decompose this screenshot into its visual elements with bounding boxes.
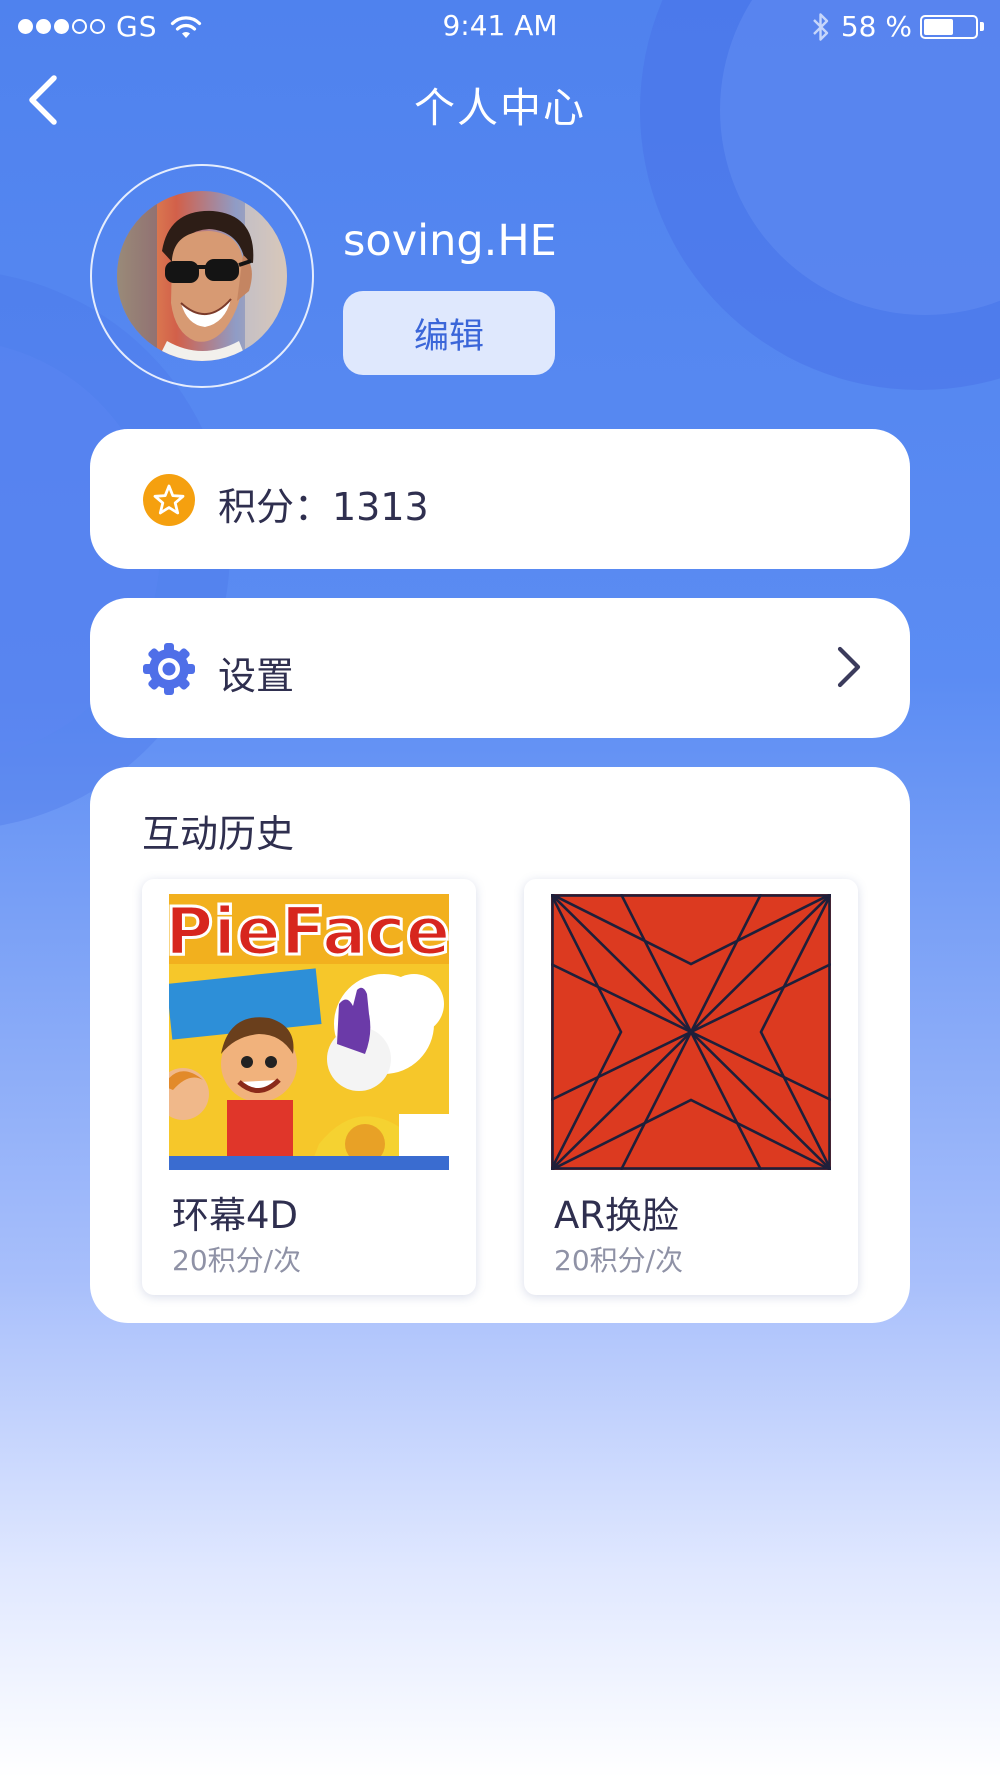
history-item-name: 环幕4D <box>172 1194 299 1237</box>
star-icon <box>143 474 195 526</box>
avatar-photo <box>117 191 287 361</box>
history-title: 互动历史 <box>142 812 295 856</box>
avatar[interactable] <box>117 191 287 361</box>
points-label: 积分：1313 <box>218 485 429 529</box>
ar-face-swap-image <box>551 894 831 1170</box>
settings-row[interactable]: 设置 <box>90 598 910 738</box>
username: soving.HE <box>343 216 557 266</box>
settings-label: 设置 <box>218 654 295 698</box>
battery-percentage: 58 % <box>840 10 912 43</box>
history-item-name: AR换脸 <box>554 1194 680 1237</box>
status-bar: GS 9:41 AM 58 % <box>0 0 1000 52</box>
page-title: 个人中心 <box>414 84 586 132</box>
battery-icon <box>920 14 978 39</box>
battery-level <box>924 18 953 35</box>
history-item-thumbnail <box>551 894 831 1170</box>
chevron-right-icon <box>837 646 861 688</box>
history-item-price: 20积分/次 <box>172 1244 302 1277</box>
history-item-thumbnail: PieFace! <box>169 894 449 1170</box>
bluetooth-icon <box>813 12 829 41</box>
avatar-frame <box>90 164 314 388</box>
gear-icon <box>143 643 195 695</box>
history-item-ar-face-swap[interactable]: AR换脸 20积分/次 <box>524 879 858 1295</box>
edit-profile-button[interactable]: 编辑 <box>343 291 555 375</box>
thumbnail-title-text: PieFace! <box>169 894 449 970</box>
status-bar-right: 58 % <box>811 10 984 43</box>
points-card: 积分：1313 <box>90 429 910 569</box>
battery-cap <box>980 22 984 31</box>
profile-screen: GS 9:41 AM 58 % 个人中心 soving.HE 编辑 积分：131… <box>0 0 1000 1778</box>
pie-face-game-image: PieFace! <box>169 894 449 1170</box>
history-item-4d-theater[interactable]: PieFace! <box>142 879 476 1295</box>
interaction-history-card: 互动历史 PieFace! <box>90 767 910 1323</box>
history-item-price: 20积分/次 <box>554 1244 684 1277</box>
